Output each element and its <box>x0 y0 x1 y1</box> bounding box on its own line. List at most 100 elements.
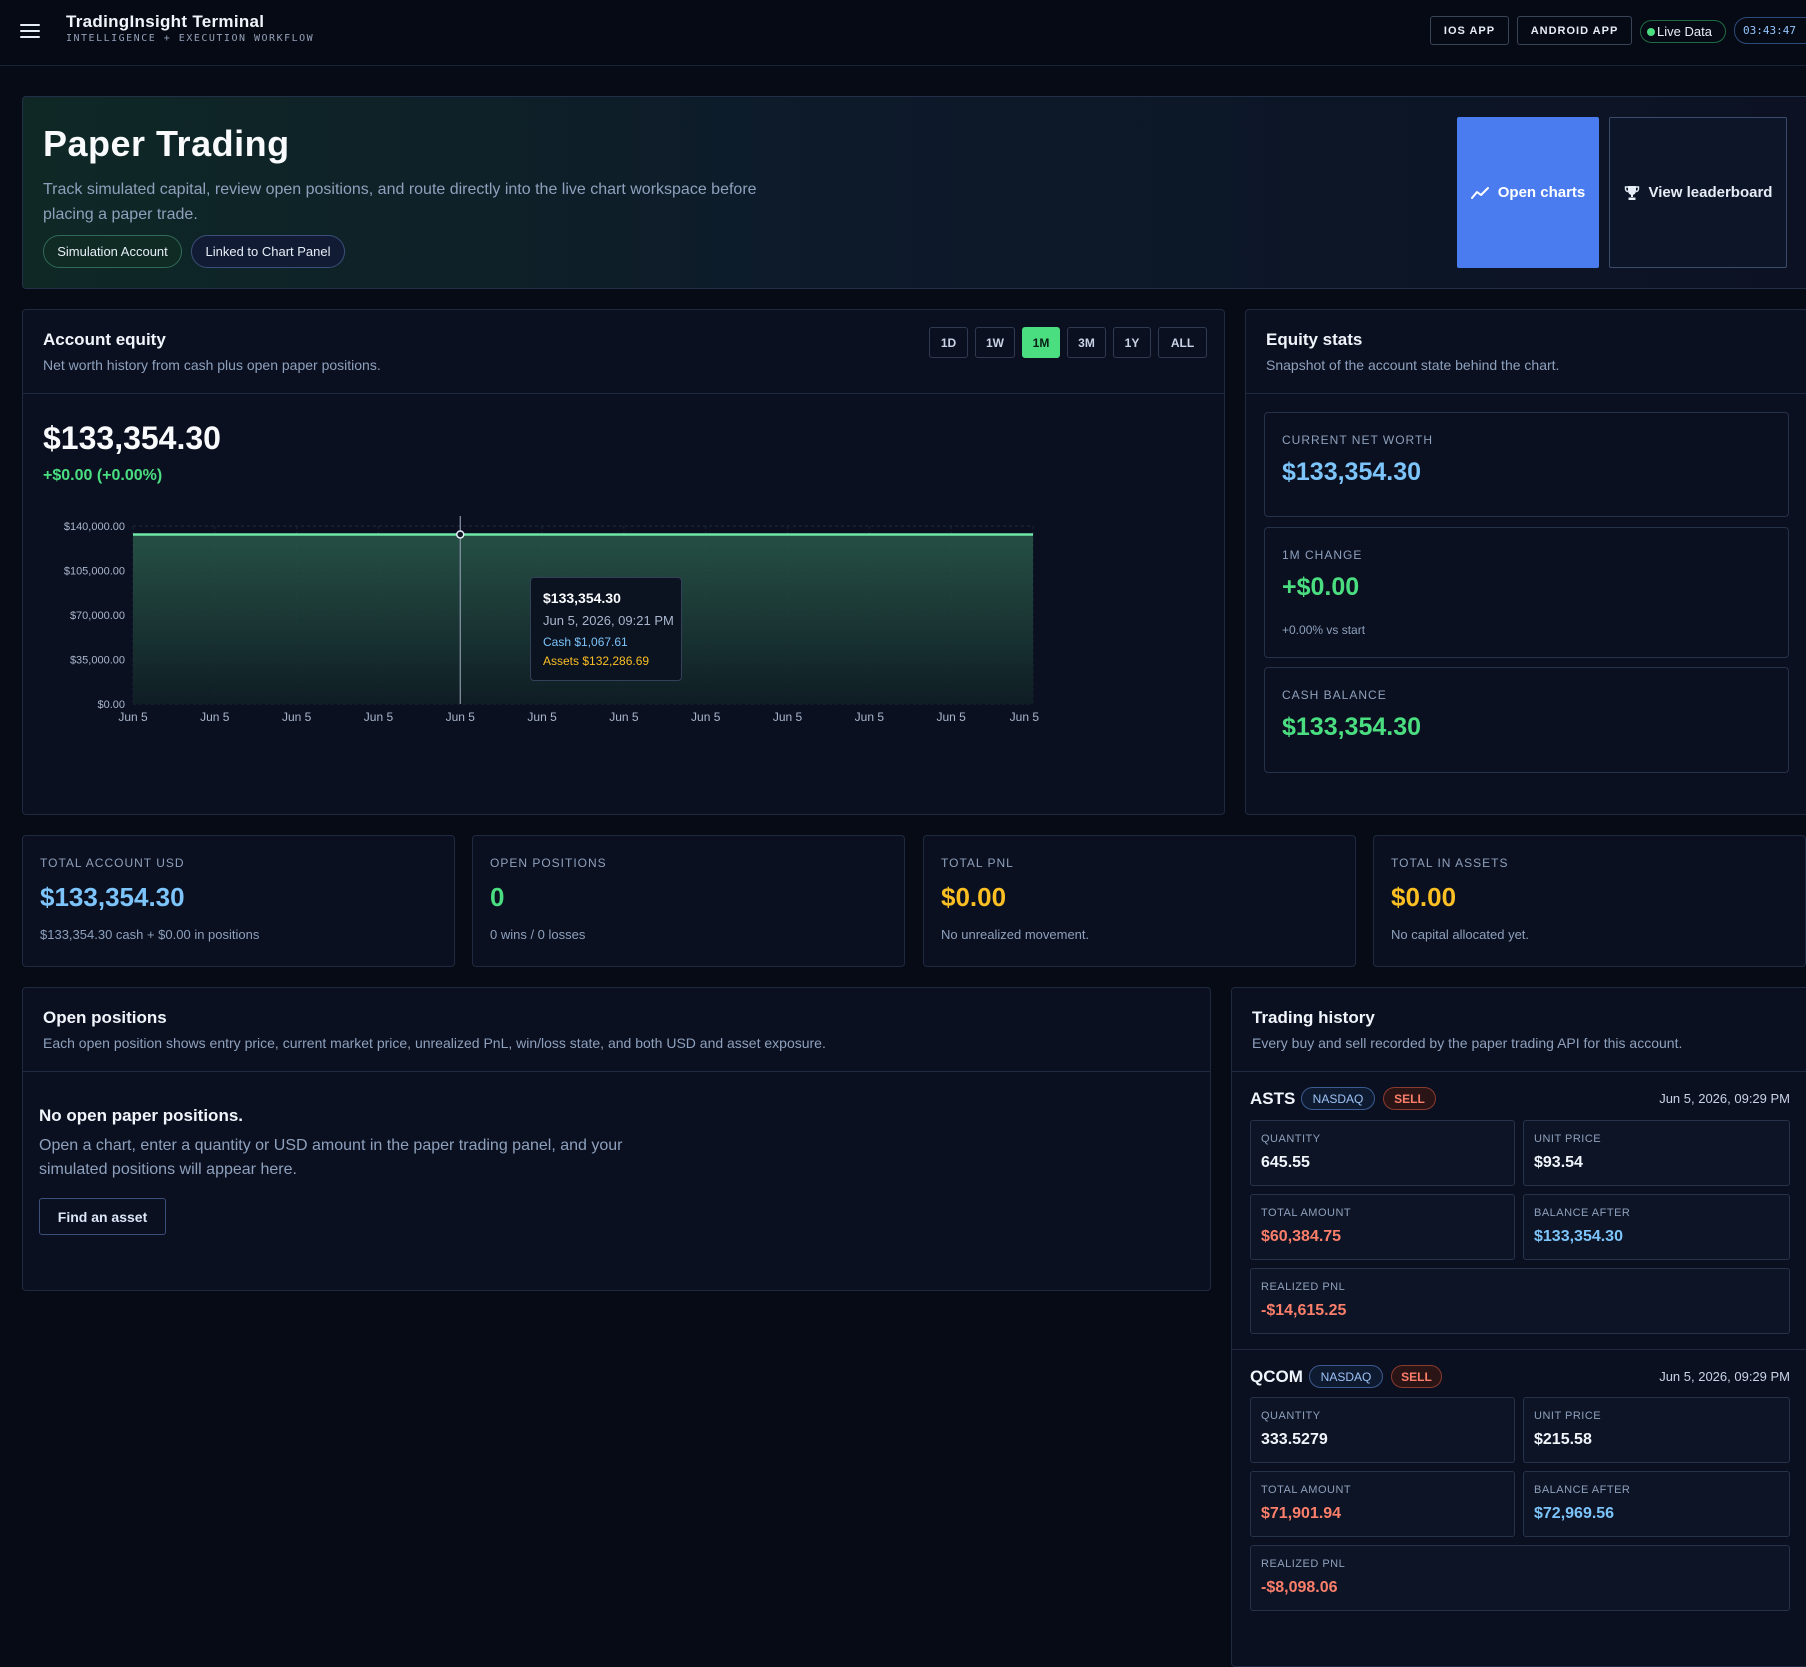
summary-value: $0.00 <box>941 882 1006 913</box>
y-axis-tick-label: $105,000.00 <box>64 566 125 578</box>
account-equity-card: Account equity Net worth history from ca… <box>22 309 1225 815</box>
range-1y-button[interactable]: 1Y <box>1113 327 1151 358</box>
y-axis-tick-label: $140,000.00 <box>64 521 125 533</box>
ios-app-button[interactable]: IOS APP <box>1430 16 1509 45</box>
android-app-button[interactable]: ANDROID APP <box>1517 16 1632 45</box>
trend-line-icon <box>1471 186 1489 200</box>
hero-panel: Paper Trading Track simulated capital, r… <box>22 96 1806 289</box>
account-equity-title: Account equity <box>43 330 166 350</box>
cash-balance-label: CASH BALANCE <box>1282 688 1387 702</box>
trade-date: Jun 5, 2026, 09:29 PM <box>1659 1091 1790 1106</box>
exchange-badge: NASDAQ <box>1301 1087 1375 1110</box>
summary-card-total-pnl: TOTAL PNL $0.00 No unrealized movement. <box>923 835 1356 967</box>
balance-after-cell: BALANCE AFTER $72,969.56 <box>1523 1471 1790 1537</box>
total-amount-value: $71,901.94 <box>1261 1505 1341 1523</box>
x-axis-tick-label: Jun 5 <box>773 710 803 724</box>
change-note: +0.00% vs start <box>1282 623 1365 637</box>
summary-label: TOTAL ACCOUNT USD <box>40 856 185 870</box>
summary-value: $0.00 <box>1391 882 1456 913</box>
quantity-value: 645.55 <box>1261 1154 1310 1172</box>
open-charts-button[interactable]: Open charts <box>1457 117 1599 268</box>
x-axis-tick-label: Jun 5 <box>200 710 230 724</box>
page-title: Paper Trading <box>43 123 290 165</box>
open-positions-card: Open positions Each open position shows … <box>22 987 1211 1291</box>
unit-price-label: UNIT PRICE <box>1534 1133 1601 1145</box>
net-worth-stat: CURRENT NET WORTH $133,354.30 <box>1264 412 1789 517</box>
summary-card-total-assets: TOTAL IN ASSETS $0.00 No capital allocat… <box>1373 835 1806 967</box>
realized-pnl-label: REALIZED PNL <box>1261 1281 1345 1293</box>
range-1w-button[interactable]: 1W <box>975 327 1015 358</box>
x-axis-tick-label: Jun 5 <box>282 710 312 724</box>
range-all-button[interactable]: ALL <box>1158 327 1207 358</box>
open-positions-subtitle: Each open position shows entry price, cu… <box>43 1035 826 1051</box>
empty-state-title: No open paper positions. <box>39 1106 243 1126</box>
x-axis-tick-label: Jun 5 <box>364 710 394 724</box>
page-description: Track simulated capital, review open pos… <box>43 177 803 227</box>
live-data-badge: Live Data <box>1640 20 1726 43</box>
linked-chart-panel-pill: Linked to Chart Panel <box>191 235 345 268</box>
total-amount-value: $60,384.75 <box>1261 1228 1341 1246</box>
unit-price-value: $93.54 <box>1534 1154 1583 1172</box>
tooltip-assets: Assets $132,286.69 <box>543 654 649 668</box>
unit-price-cell: UNIT PRICE $215.58 <box>1523 1397 1790 1463</box>
cash-balance-stat: CASH BALANCE $133,354.30 <box>1264 667 1789 773</box>
equity-stats-subtitle: Snapshot of the account state behind the… <box>1266 357 1559 373</box>
balance-after-cell: BALANCE AFTER $133,354.30 <box>1523 1194 1790 1260</box>
tooltip-value: $133,354.30 <box>543 590 621 606</box>
trade-date: Jun 5, 2026, 09:29 PM <box>1659 1369 1790 1384</box>
trade-divider <box>1232 1349 1806 1350</box>
change-value: +$0.00 <box>1282 573 1359 602</box>
summary-note: $133,354.30 cash + $0.00 in positions <box>40 927 259 942</box>
range-1d-button[interactable]: 1D <box>929 327 968 358</box>
app-subtitle: INTELLIGENCE + EXECUTION WORKFLOW <box>66 33 314 44</box>
hover-point <box>457 531 464 538</box>
clock-display: 03:43:47 <box>1734 17 1806 44</box>
tooltip-date: Jun 5, 2026, 09:21 PM <box>543 613 674 628</box>
balance-after-value: $133,354.30 <box>1534 1228 1623 1246</box>
net-worth-value: $133,354.30 <box>1282 458 1421 487</box>
side-badge: SELL <box>1383 1087 1436 1110</box>
balance-after-label: BALANCE AFTER <box>1534 1484 1630 1496</box>
summary-note: No capital allocated yet. <box>1391 927 1529 942</box>
equity-change: +$0.00 (+0.00%) <box>43 467 162 485</box>
x-axis-tick-label: Jun 5 <box>855 710 885 724</box>
summary-note: No unrealized movement. <box>941 927 1089 942</box>
summary-card-total-account: TOTAL ACCOUNT USD $133,354.30 $133,354.3… <box>22 835 455 967</box>
range-1m-button[interactable]: 1M <box>1022 327 1060 358</box>
unit-price-label: UNIT PRICE <box>1534 1410 1601 1422</box>
total-amount-label: TOTAL AMOUNT <box>1261 1484 1351 1496</box>
cash-balance-value: $133,354.30 <box>1282 713 1421 742</box>
trade-symbol: ASTS <box>1250 1089 1295 1109</box>
equity-stats-card: Equity stats Snapshot of the account sta… <box>1245 309 1806 815</box>
card-divider <box>23 393 1224 394</box>
find-asset-button[interactable]: Find an asset <box>39 1198 166 1235</box>
trading-history-subtitle: Every buy and sell recorded by the paper… <box>1252 1035 1682 1051</box>
summary-card-open-positions: OPEN POSITIONS 0 0 wins / 0 losses <box>472 835 905 967</box>
quantity-label: QUANTITY <box>1261 1410 1321 1422</box>
total-amount-label: TOTAL AMOUNT <box>1261 1207 1351 1219</box>
app-title: TradingInsight Terminal <box>66 12 264 32</box>
total-amount-cell: TOTAL AMOUNT $60,384.75 <box>1250 1194 1515 1260</box>
range-3m-button[interactable]: 3M <box>1067 327 1106 358</box>
top-bar: TradingInsight Terminal INTELLIGENCE + E… <box>0 0 1806 66</box>
y-axis-tick-label: $35,000.00 <box>70 655 125 667</box>
summary-label: OPEN POSITIONS <box>490 856 607 870</box>
account-equity-subtitle: Net worth history from cash plus open pa… <box>43 357 381 373</box>
empty-state-description: Open a chart, enter a quantity or USD am… <box>39 1134 659 1182</box>
x-axis-tick-label: Jun 5 <box>691 710 721 724</box>
view-leaderboard-button[interactable]: View leaderboard <box>1609 117 1787 268</box>
realized-pnl-label: REALIZED PNL <box>1261 1558 1345 1570</box>
live-status-dot-icon <box>1647 28 1655 36</box>
x-axis-tick-label: Jun 5 <box>446 710 476 724</box>
quantity-cell: QUANTITY 645.55 <box>1250 1120 1515 1186</box>
summary-label: TOTAL PNL <box>941 856 1014 870</box>
quantity-cell: QUANTITY 333.5279 <box>1250 1397 1515 1463</box>
y-axis-tick-label: $70,000.00 <box>70 610 125 622</box>
hamburger-menu-icon[interactable] <box>20 24 40 40</box>
net-worth-label: CURRENT NET WORTH <box>1282 433 1433 447</box>
balance-after-label: BALANCE AFTER <box>1534 1207 1630 1219</box>
simulation-account-pill: Simulation Account <box>43 235 182 268</box>
unit-price-value: $215.58 <box>1534 1431 1592 1449</box>
change-stat: 1M CHANGE +$0.00 +0.00% vs start <box>1264 527 1789 658</box>
equity-stats-title: Equity stats <box>1266 330 1362 350</box>
